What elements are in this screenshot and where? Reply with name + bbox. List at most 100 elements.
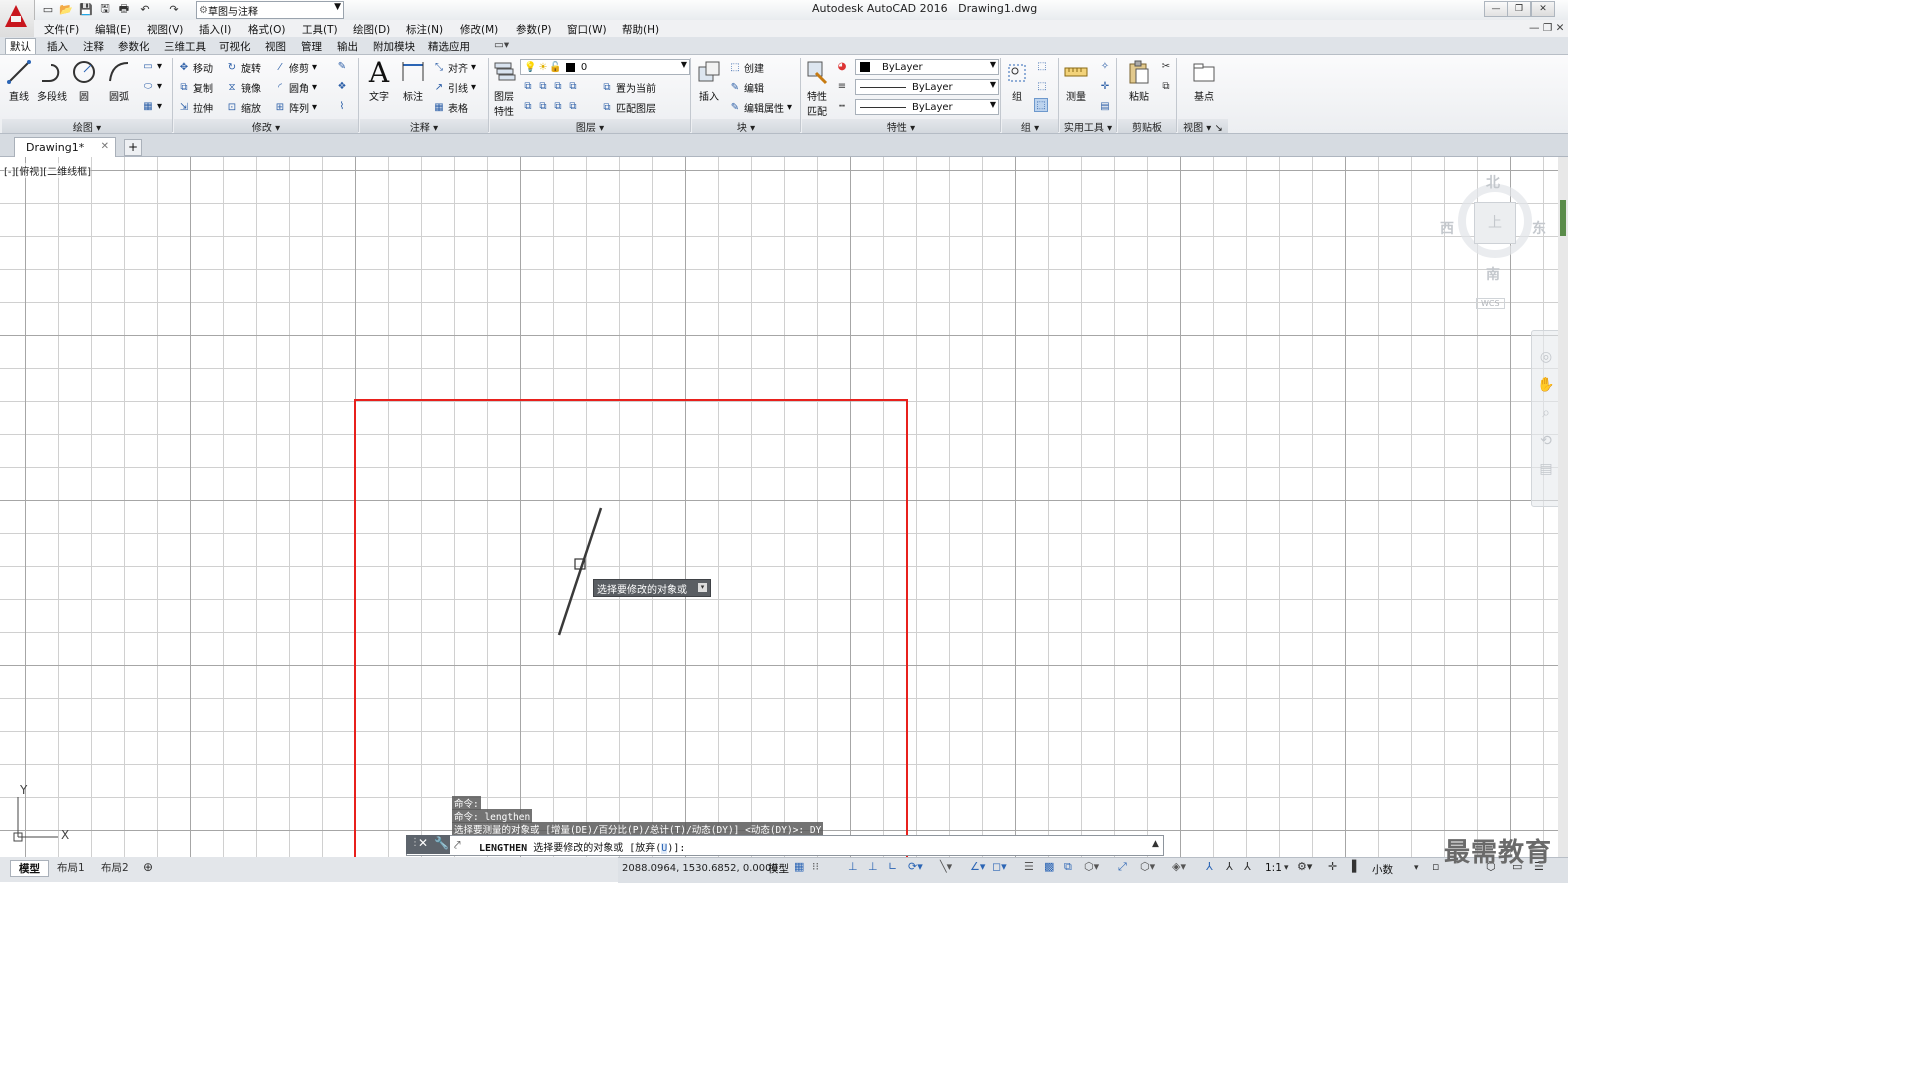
annotation-scale-icon[interactable]: ⅄ — [1244, 860, 1251, 873]
ribbon-toggle-icon[interactable]: ▭▾ — [494, 39, 509, 51]
menu-file[interactable]: 文件(F) — [44, 22, 79, 37]
dimension-tool[interactable]: 标注 — [398, 58, 428, 103]
grid-icon[interactable]: ▦ — [794, 860, 804, 873]
rotate-tool[interactable]: ↻ 旋转 — [226, 60, 261, 75]
chevron-down-icon[interactable]: ▾ — [1414, 863, 1419, 873]
compass-north[interactable]: 北 — [1486, 172, 1500, 192]
command-line-grip[interactable]: ⋮ ✕ 🔧 — [406, 835, 450, 854]
viewcube[interactable]: 北 南 东 西 上 WCS — [1440, 170, 1550, 310]
create-block-tool[interactable]: ⬚ 创建 — [729, 60, 764, 75]
steering-wheel-icon[interactable]: ◎ — [1532, 349, 1560, 365]
print-icon[interactable]: 🖶 — [116, 2, 132, 17]
groups-panel-title[interactable]: 组 ▾ — [1002, 119, 1058, 134]
gizmo-icon[interactable]: ◈▾ — [1172, 860, 1186, 873]
isodraft-icon[interactable]: ╲▾ — [940, 860, 952, 873]
units-dropdown[interactable]: 小数 — [1372, 862, 1393, 877]
restore-button[interactable]: ❐ — [1507, 1, 1531, 17]
menu-parametric[interactable]: 参数(P) — [516, 22, 552, 37]
hatch-tool[interactable]: ▦ ▾ — [142, 100, 162, 112]
undo-icon[interactable]: ↶ — [137, 2, 153, 17]
line-tool[interactable]: 直线 — [4, 58, 34, 103]
layer-dropdown[interactable]: 💡 ☀ 🔓 0 ▼ — [520, 59, 690, 75]
annotation-scale-value[interactable]: 1:1 — [1265, 862, 1282, 874]
move-tool[interactable]: ✥ 移动 — [178, 60, 213, 75]
text-tool[interactable]: A 文字 — [364, 56, 394, 104]
tab-visualize[interactable]: 可视化 — [219, 39, 251, 54]
layer-properties-tool[interactable]: 图层 特性 — [490, 58, 518, 118]
tab-default[interactable]: 默认 — [5, 38, 36, 54]
menu-edit[interactable]: 编辑(E) — [95, 22, 131, 37]
3d-osnap-icon[interactable]: ⬡▾ — [1084, 860, 1099, 873]
draw-panel-title[interactable]: 绘图 ▾ — [2, 119, 172, 134]
new-tab-button[interactable]: + — [124, 139, 142, 156]
redo-icon[interactable]: ↷ — [166, 2, 182, 17]
fillet-tool[interactable]: ◜ 圆角 ▾ — [274, 80, 317, 95]
menu-help[interactable]: 帮助(H) — [622, 22, 659, 37]
workspace-dropdown[interactable]: ⚙ 草图与注释 ▼ — [196, 1, 344, 19]
selection-filter-icon[interactable]: ⬡▾ — [1140, 860, 1155, 873]
scrollbar-thumb[interactable] — [1560, 200, 1566, 236]
dynamic-ucs-icon[interactable]: ⤢ — [1118, 860, 1127, 874]
tab-parametric[interactable]: 参数化 — [118, 39, 150, 54]
copy-tool[interactable]: ⧉ 复制 — [178, 80, 213, 95]
vertical-scrollbar[interactable] — [1558, 157, 1568, 858]
menu-draw[interactable]: 绘图(D) — [353, 22, 390, 37]
explode-tool[interactable]: ❖ — [336, 80, 348, 92]
annotation-monitor-icon[interactable]: ✛ — [1328, 860, 1337, 873]
group-edit-tool[interactable]: ⬚ — [1036, 80, 1048, 92]
ungroup-tool[interactable]: ⬚ — [1036, 60, 1048, 72]
trim-tool[interactable]: ⁄ 修剪 ▾ — [274, 60, 317, 75]
new-file-icon[interactable]: ▭ — [40, 2, 56, 17]
compass-west[interactable]: 西 — [1440, 218, 1454, 238]
stretch-tool[interactable]: ⇲ 拉伸 — [178, 100, 213, 115]
showmotion-icon[interactable]: ▤ — [1532, 461, 1560, 477]
open-file-icon[interactable]: 📂 — [58, 2, 74, 17]
edit-attributes-tool[interactable]: ✎ 编辑属性 ▾ — [729, 100, 792, 115]
table-tool[interactable]: ▦ 表格 — [433, 100, 468, 115]
lineweight-icon-btn[interactable]: ≡ — [836, 80, 848, 92]
tooltip-options-icon[interactable]: ▾ — [698, 583, 707, 592]
match-properties-tool[interactable]: 特性 匹配 — [803, 58, 831, 118]
align-tool[interactable]: ⤡ 对齐 ▾ — [433, 60, 476, 75]
tab-layout2[interactable]: 布局2 — [101, 860, 129, 875]
erase-tool[interactable]: ✎ — [336, 60, 348, 72]
add-layout-button[interactable]: ⊕ — [143, 860, 153, 874]
view-panel-title[interactable]: 视图 ▾ ↘ — [1178, 119, 1228, 134]
menu-tools[interactable]: 工具(T) — [302, 22, 338, 37]
doc-window-controls[interactable]: — ❐ ✕ — [1529, 22, 1564, 34]
menu-view[interactable]: 视图(V) — [147, 22, 183, 37]
cursor-coordinates[interactable]: 2088.0964, 1530.6852, 0.0000 — [622, 863, 778, 874]
layers-panel-title[interactable]: 图层 ▾ — [490, 119, 690, 134]
polyline-tool[interactable]: 多段线 — [36, 58, 68, 103]
save-as-icon[interactable]: 🖫 — [97, 2, 113, 17]
tab-model[interactable]: 模型 — [10, 860, 49, 877]
model-space-toggle[interactable]: 模型 — [768, 861, 789, 876]
color-dropdown[interactable]: ByLayer ▼ — [855, 59, 999, 75]
selection-cycling-icon[interactable]: ⧉ — [1064, 860, 1072, 874]
scale-tool[interactable]: ⊡ 缩放 — [226, 100, 261, 115]
menu-insert[interactable]: 插入(I) — [199, 22, 231, 37]
zoom-icon[interactable]: ⌕ — [1532, 405, 1560, 421]
document-tab-drawing1[interactable]: Drawing1* ✕ — [14, 137, 116, 157]
properties-panel-title[interactable]: 特性 ▾ — [802, 119, 1000, 134]
paste-tool[interactable]: 粘贴 — [1124, 58, 1154, 103]
minimize-button[interactable]: — — [1484, 1, 1508, 17]
application-menu-button[interactable] — [0, 0, 35, 38]
menu-modify[interactable]: 修改(M) — [460, 22, 498, 37]
linetype-icon-btn[interactable]: ┅ — [836, 100, 848, 112]
tab-layout1[interactable]: 布局1 — [57, 860, 85, 875]
orbit-icon[interactable]: ⟲ — [1532, 433, 1560, 449]
copy-clip-tool[interactable]: ⧉ — [1160, 80, 1172, 92]
mirror-tool[interactable]: ⧖ 镜像 — [226, 80, 261, 95]
close-button[interactable]: ✕ — [1531, 1, 1555, 17]
close-tab-icon[interactable]: ✕ — [101, 141, 109, 152]
menu-format[interactable]: 格式(O) — [248, 22, 285, 37]
insert-block-tool[interactable]: 插入 — [694, 58, 724, 103]
menu-window[interactable]: 窗口(W) — [567, 22, 607, 37]
tab-annotate[interactable]: 注释 — [83, 39, 104, 54]
modify-panel-title[interactable]: 修改 ▾ — [174, 119, 358, 134]
auto-scale-icon[interactable]: ⅄ — [1226, 860, 1233, 873]
layer-tools-row2[interactable]: ⧉ ⧉ ⧉ ⧉ — [522, 100, 579, 112]
lineweight-dropdown[interactable]: ByLayer ▼ — [855, 99, 999, 115]
tab-manage[interactable]: 管理 — [301, 39, 322, 54]
